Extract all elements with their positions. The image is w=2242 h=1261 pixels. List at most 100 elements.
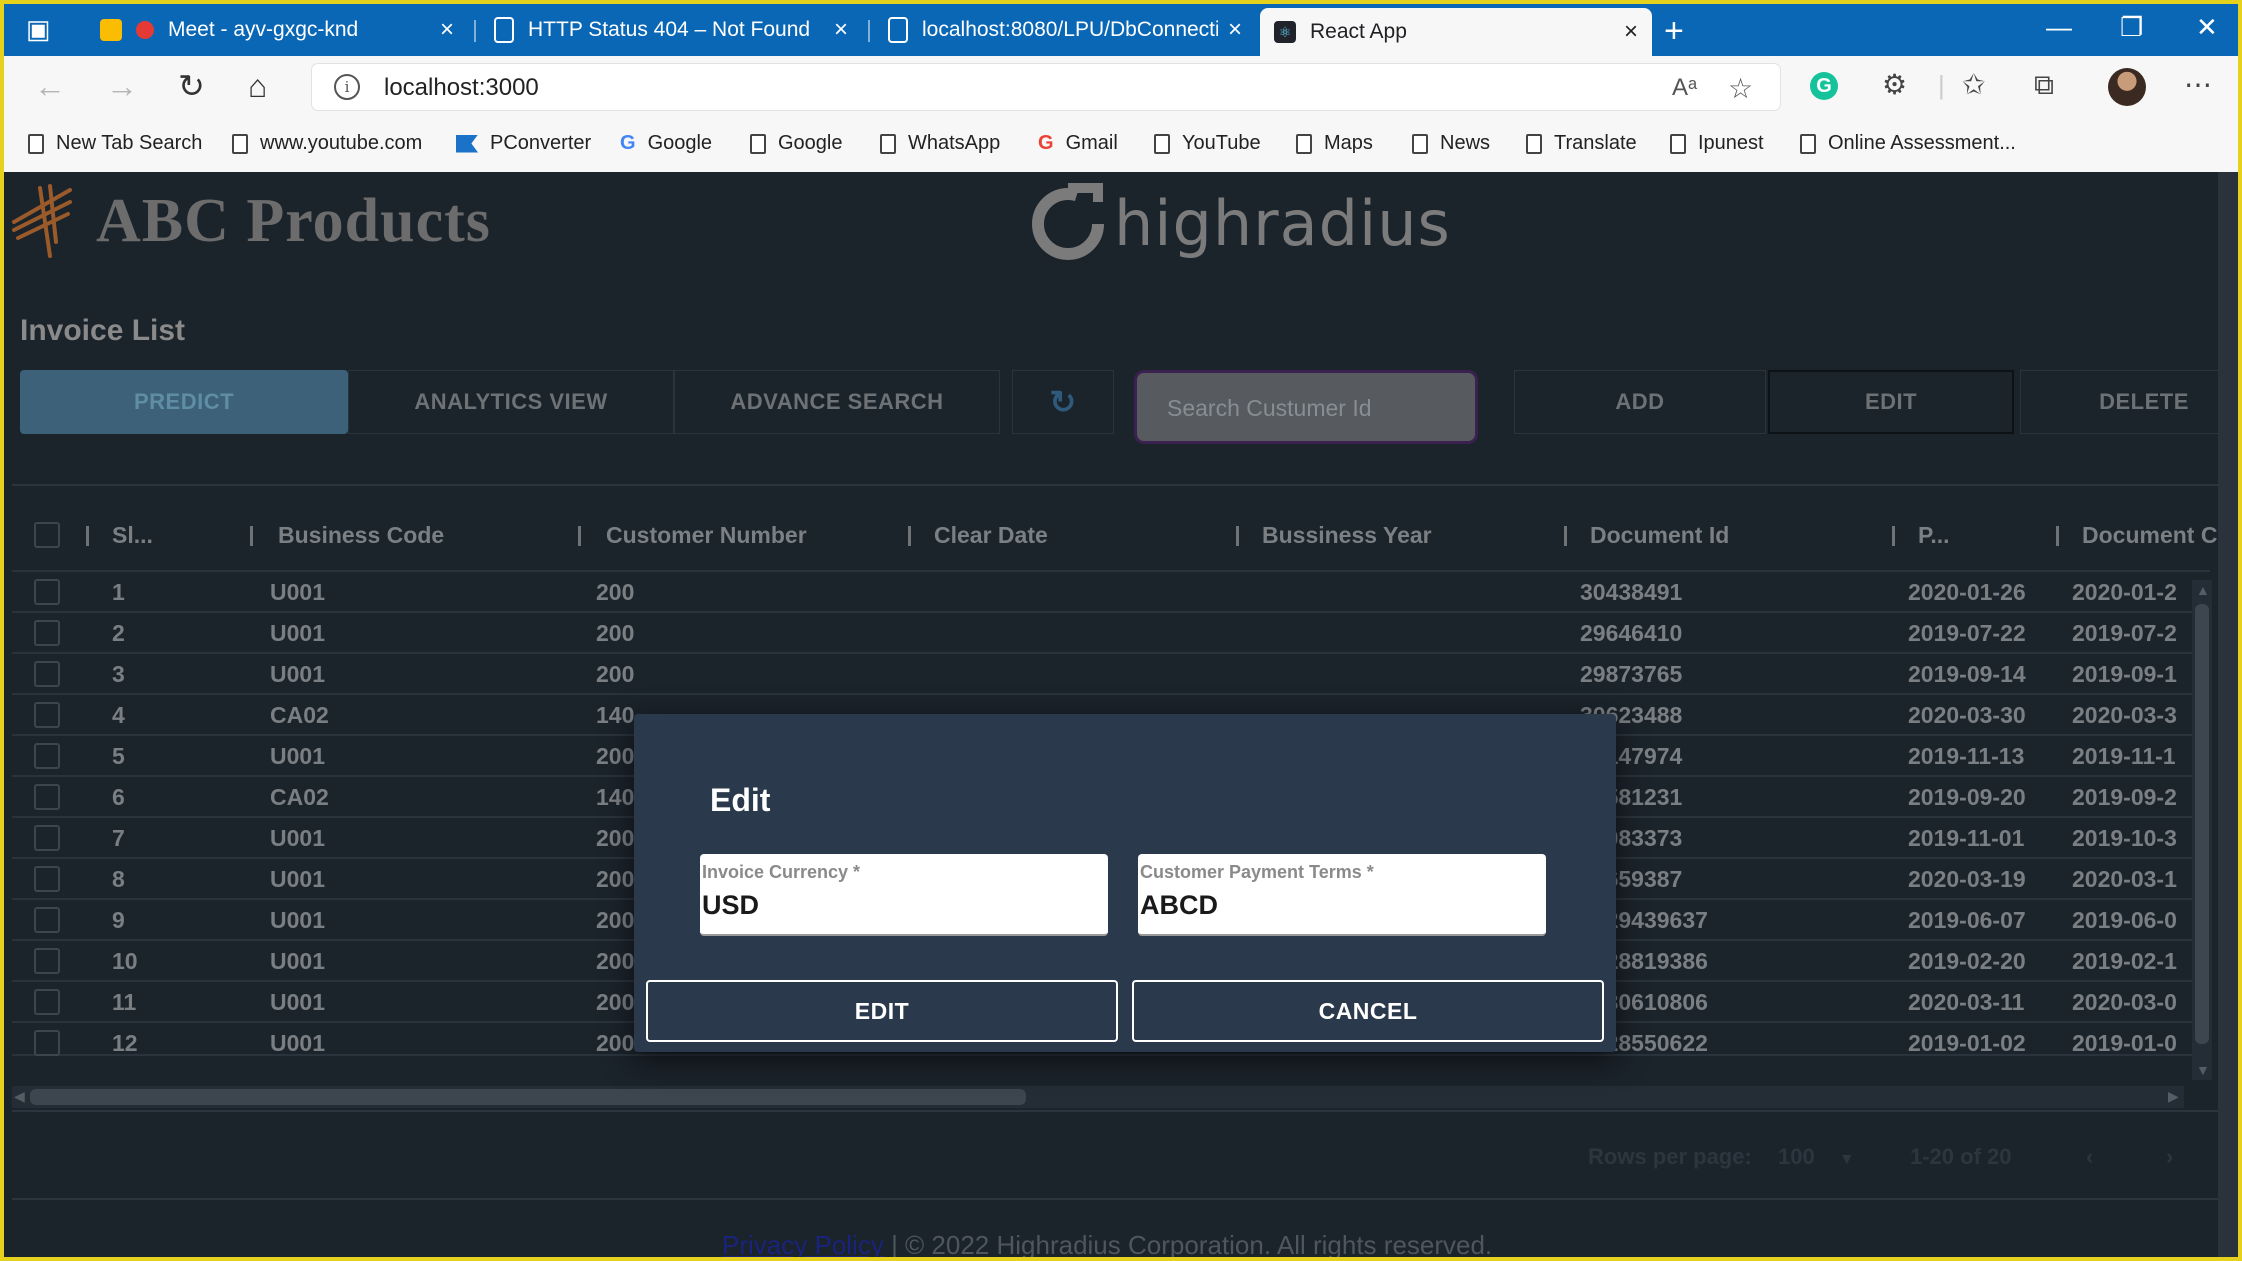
horizontal-scroll-thumb[interactable]	[30, 1089, 1026, 1105]
invoice-currency-field[interactable]: Invoice Currency * USD	[700, 854, 1108, 936]
bookmark-item[interactable]: WhatsApp	[880, 132, 1000, 155]
table-row[interactable]: 1 U001 200 30438491 2020-01-26 2020-01-2	[12, 570, 2210, 613]
tab-404[interactable]: HTTP Status 404 – Not Found ×	[480, 10, 862, 50]
new-tab-icon[interactable]: +	[1664, 14, 1684, 48]
delete-button[interactable]: DELETE	[2020, 370, 2238, 434]
bookmark-item[interactable]: News	[1412, 132, 1490, 155]
row-checkbox[interactable]	[34, 702, 60, 728]
scroll-down-icon[interactable]: ▼	[2196, 1062, 2210, 1078]
favorites-icon[interactable]: ✩	[1962, 70, 1985, 100]
bookmark-item[interactable]: Google	[750, 132, 843, 155]
home-icon[interactable]: ⌂	[248, 70, 267, 102]
column-header-sl[interactable]: Sl...	[112, 522, 153, 549]
avatar[interactable]	[2108, 68, 2146, 106]
tab-meet[interactable]: Meet - ayv-gxgc-knd ×	[86, 10, 468, 50]
reload-icon[interactable]: ↻	[178, 70, 205, 102]
dialog-edit-button[interactable]: EDIT	[646, 980, 1118, 1042]
row-checkbox[interactable]	[34, 989, 60, 1015]
edit-button[interactable]: EDIT	[1768, 370, 2014, 434]
row-checkbox[interactable]	[34, 948, 60, 974]
add-button[interactable]: ADD	[1514, 370, 1766, 434]
bookmark-item[interactable]: New Tab Search	[28, 132, 202, 155]
column-header-clear-date[interactable]: Clear Date	[934, 522, 1048, 549]
privacy-policy-link[interactable]: Privacy Policy	[722, 1230, 884, 1257]
restore-icon[interactable]: ❐	[2120, 12, 2143, 43]
cell-posting-date: 2019-06-07	[1908, 907, 2026, 933]
close-icon[interactable]: ×	[1624, 18, 1638, 46]
column-header-business-year[interactable]: Bussiness Year	[1262, 522, 1432, 549]
favorite-add-icon[interactable]: ☆	[1728, 72, 1753, 105]
previous-page-icon[interactable]: ‹	[2086, 1144, 2093, 1170]
row-checkbox[interactable]	[34, 866, 60, 892]
row-checkbox[interactable]	[34, 784, 60, 810]
bookmark-item[interactable]: Online Assessment...	[1800, 132, 2016, 155]
collections-icon[interactable]: ⧉	[2034, 70, 2054, 100]
address-bar[interactable]: i localhost:3000 Aᵃ ☆	[312, 64, 1780, 110]
column-header-document-create[interactable]: Document Cr	[2082, 522, 2226, 549]
forward-icon[interactable]: →	[106, 70, 138, 102]
info-icon[interactable]: i	[334, 74, 360, 100]
page-scrollbar[interactable]	[2218, 172, 2238, 1257]
cell-posting-date: 2019-11-13	[1908, 743, 2025, 769]
tab-localhost-8080[interactable]: localhost:8080/LPU/DbConnecti ×	[874, 10, 1256, 50]
url-text[interactable]: localhost:3000	[384, 74, 539, 102]
close-icon[interactable]: ×	[1228, 16, 1242, 44]
tab-react-app[interactable]: ⚛ React App ×	[1260, 8, 1652, 56]
tab-actions-icon[interactable]: ▣	[26, 14, 51, 45]
row-checkbox[interactable]	[34, 825, 60, 851]
table-row[interactable]: 3 U001 200 29873765 2019-09-14 2019-09-1	[12, 652, 2210, 695]
dialog-cancel-button[interactable]: CANCEL	[1132, 980, 1604, 1042]
row-checkbox[interactable]	[34, 579, 60, 605]
scroll-left-icon[interactable]: ◀	[14, 1088, 25, 1105]
close-icon[interactable]: ×	[440, 16, 454, 44]
column-header-business-code[interactable]: Business Code	[278, 522, 444, 549]
row-checkbox[interactable]	[34, 1030, 60, 1056]
more-menu-icon[interactable]: ⋯	[2184, 70, 2212, 100]
back-icon[interactable]: ←	[34, 70, 66, 102]
column-header-posting-date[interactable]: P...	[1918, 522, 1950, 549]
row-checkbox[interactable]	[34, 907, 60, 933]
scroll-right-icon[interactable]: ▶	[2168, 1088, 2179, 1105]
dialog-title: Edit	[710, 782, 771, 818]
bookmark-item[interactable]: G Gmail	[1038, 132, 1118, 155]
tab-separator	[868, 20, 870, 42]
cell-customer-number: 140	[596, 784, 635, 810]
table-row[interactable]: 2 U001 200 29646410 2019-07-22 2019-07-2	[12, 611, 2210, 654]
predict-button[interactable]: PREDICT	[20, 370, 348, 434]
vertical-scroll-thumb[interactable]	[2195, 604, 2209, 1044]
row-checkbox[interactable]	[34, 661, 60, 687]
search-input[interactable]: Search Custumer Id	[1134, 370, 1478, 444]
bookmark-item[interactable]: G Google	[620, 132, 712, 155]
bookmark-item[interactable]: Translate	[1526, 132, 1637, 155]
column-header-document-id[interactable]: Document Id	[1590, 522, 1729, 549]
close-icon[interactable]: ×	[834, 16, 848, 44]
scroll-up-icon[interactable]: ▲	[2196, 582, 2210, 598]
row-checkbox[interactable]	[34, 620, 60, 646]
row-checkbox[interactable]	[34, 743, 60, 769]
rows-per-page-select[interactable]: 100 ▼	[1778, 1144, 1855, 1170]
grammarly-icon[interactable]: G	[1810, 72, 1838, 100]
column-header-customer-number[interactable]: Customer Number	[606, 522, 807, 549]
field-value[interactable]: ABCD	[1140, 890, 1218, 921]
field-value[interactable]: USD	[702, 890, 759, 921]
refresh-icon[interactable]: ↻	[1012, 370, 1114, 434]
bookmark-item[interactable]: Ipunest	[1670, 132, 1764, 155]
bookmark-item[interactable]: Maps	[1296, 132, 1373, 155]
bookmark-item[interactable]: PConverter	[456, 132, 591, 155]
highradius-wordmark: highradius	[1114, 186, 1451, 260]
cell-sl: 8	[112, 866, 125, 892]
toolbar-divider: |	[1938, 70, 1945, 100]
pagination-range: 1-20 of 20	[1910, 1144, 2012, 1169]
customer-payment-terms-field[interactable]: Customer Payment Terms * ABCD	[1138, 854, 1546, 936]
bookmark-item[interactable]: YouTube	[1154, 132, 1261, 155]
bookmark-item[interactable]: www.youtube.com	[232, 132, 422, 155]
analytics-view-button[interactable]: ANALYTICS VIEW	[348, 370, 674, 434]
window-close-icon[interactable]: ✕	[2196, 12, 2218, 43]
select-all-checkbox[interactable]	[34, 522, 60, 548]
advance-search-button[interactable]: ADVANCE SEARCH	[674, 370, 1000, 434]
read-aloud-icon[interactable]: Aᵃ	[1672, 74, 1697, 102]
minimize-icon[interactable]: —	[2046, 12, 2072, 43]
extensions-icon[interactable]: ⚙	[1882, 70, 1907, 100]
next-page-icon[interactable]: ›	[2166, 1144, 2173, 1170]
cell-business-code: U001	[270, 620, 325, 646]
